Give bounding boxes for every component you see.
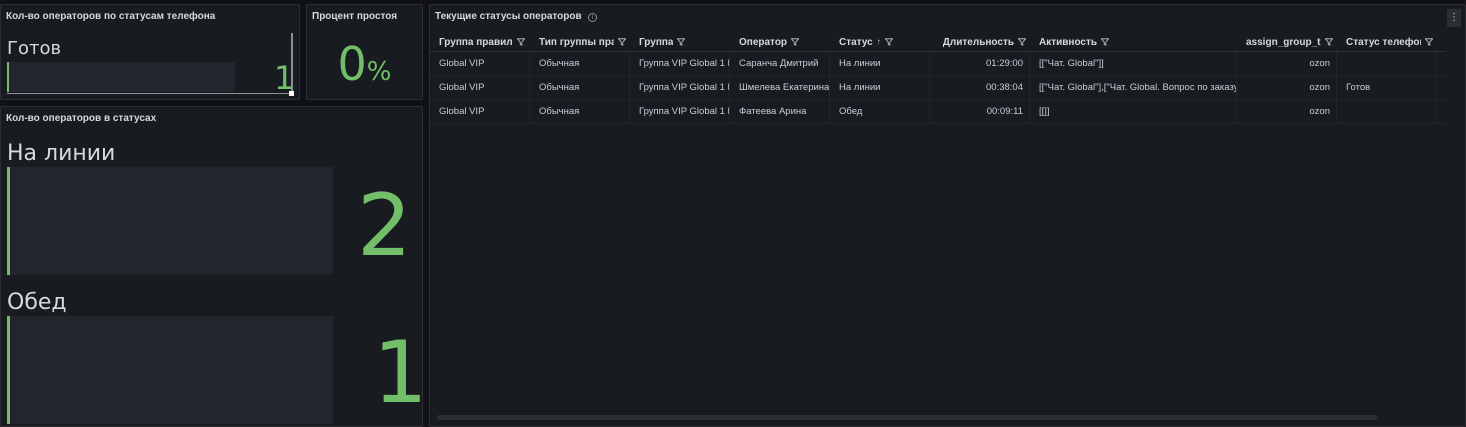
filter-icon[interactable] — [618, 38, 626, 46]
panel-current-statuses-table: Текущие статусы операторов i ⋮ Группа пр… — [429, 4, 1466, 427]
column-header-label: Статус — [839, 37, 873, 48]
horizontal-scrollbar[interactable] — [437, 415, 1378, 420]
table-cell: Группа VIP Global 1 M — [630, 100, 730, 123]
stat-value: 0% — [307, 41, 422, 87]
column-header-label: Группа правил — [439, 37, 513, 48]
table-row[interactable]: Global VIP Обычная Группа VIP Global 1 M Шм… — [430, 76, 1446, 100]
column-header-label: Тип группы правил — [539, 37, 614, 48]
status-table: Группа правил Тип группы правил Группа Опер… — [430, 32, 1446, 124]
filter-icon[interactable] — [516, 38, 525, 46]
table-cell: 01:29:00 — [930, 52, 1030, 75]
table-cell: Готов — [1337, 76, 1437, 99]
panel-idle-percent: Процент простоя 0% — [306, 4, 423, 100]
table-cell: Саранча Дмитрий — [730, 52, 830, 75]
filter-icon[interactable] — [884, 38, 893, 46]
vertical-scrollbar[interactable] — [291, 33, 293, 93]
table-cell: Обед — [830, 100, 930, 123]
table-cell: Обычная — [530, 100, 630, 123]
table-cell — [1337, 100, 1437, 123]
bar-track-ready — [7, 62, 235, 92]
column-header-label: Статус телефона — [1346, 37, 1421, 48]
bar-value-online: 2 — [357, 176, 412, 276]
panel-title: Кол-во операторов в статусах — [6, 113, 157, 124]
table-cell: Группа VIP Global 1 M — [630, 76, 730, 99]
scroll-corner — [289, 91, 294, 96]
table-cell: Шмелева Екатерина — [730, 76, 830, 99]
bar-fill-online — [7, 167, 10, 275]
bar-label-ready: Готов — [7, 38, 62, 59]
filter-icon[interactable] — [1325, 38, 1333, 46]
table-cell: Фатеева Арина — [730, 100, 830, 123]
table-cell: ozon — [1237, 76, 1337, 99]
table-cell: На линии — [830, 76, 930, 99]
panel-title: Процент простоя — [312, 11, 398, 22]
column-header-label: assign_group_ticket — [1246, 37, 1321, 48]
column-header-8[interactable]: Статус телефона — [1337, 32, 1437, 51]
table-cell: На линии — [830, 52, 930, 75]
table-row[interactable]: Global VIP Обычная Группа VIP Global 1 M Са… — [430, 52, 1446, 76]
table-cell: [["Чат. Global"],["Чат. Global. Вопрос п… — [1030, 76, 1237, 99]
column-header-4[interactable]: Статус ↑ — [830, 32, 930, 51]
table-cell: 00:09:11 — [930, 100, 1030, 123]
stat-unit: % — [366, 57, 392, 87]
table-cell: 00:38:04 — [930, 76, 1030, 99]
column-header-3[interactable]: Оператор — [730, 32, 830, 51]
table-cell: [[]] — [1030, 100, 1237, 123]
filter-icon[interactable] — [1101, 38, 1110, 46]
bar-label-lunch: Обед — [7, 290, 67, 315]
column-header-label: Группа — [639, 37, 674, 48]
column-header-label: Активность — [1039, 37, 1098, 48]
bar-label-online: На линии — [7, 141, 116, 166]
column-header-2[interactable]: Группа — [630, 32, 730, 51]
table-header: Группа правил Тип группы правил Группа Опер… — [430, 32, 1446, 52]
panel-menu-icon[interactable]: ⋮ — [1447, 9, 1461, 27]
table-cell: Группа VIP Global 1 M — [630, 52, 730, 75]
table-body: Global VIP Обычная Группа VIP Global 1 M Са… — [430, 52, 1446, 124]
panel-title: Кол-во операторов по статусам телефона — [6, 11, 216, 22]
panel-operator-statuses: Кол-во операторов в статусах На линии 2 … — [0, 106, 423, 427]
table-cell: Обычная — [530, 52, 630, 75]
table-cell: Обычная — [530, 76, 630, 99]
panel-title: Текущие статусы операторов — [435, 11, 582, 22]
table-cell: Global VIP — [430, 52, 530, 75]
table-cell: ozon — [1237, 100, 1337, 123]
bar-track-lunch — [7, 316, 333, 424]
column-header-5[interactable]: Длительность — [930, 32, 1030, 51]
table-cell: ozon — [1237, 52, 1337, 75]
column-header-1[interactable]: Тип группы правил — [530, 32, 630, 51]
column-header-label: Длительность — [942, 37, 1014, 48]
column-header-label: Оператор — [739, 37, 788, 48]
filter-icon[interactable] — [791, 38, 800, 46]
column-header-7[interactable]: assign_group_ticket — [1237, 32, 1337, 51]
bar-track-online — [7, 167, 333, 275]
table-cell — [1337, 52, 1437, 75]
table-cell: Global VIP — [430, 76, 530, 99]
column-header-0[interactable]: Группа правил — [430, 32, 530, 51]
column-header-6[interactable]: Активность — [1030, 32, 1237, 51]
table-row[interactable]: Global VIP Обычная Группа VIP Global 1 M Фа… — [430, 100, 1446, 124]
filter-icon[interactable] — [1425, 38, 1433, 46]
panel-phone-statuses: Кол-во операторов по статусам телефона Г… — [0, 4, 300, 100]
table-cell: Global VIP — [430, 100, 530, 123]
stat-number: 0 — [337, 37, 367, 91]
horizontal-scrollbar[interactable] — [7, 93, 291, 94]
filter-icon[interactable] — [677, 38, 686, 46]
table-cell: [["Чат. Global"]] — [1030, 52, 1237, 75]
bar-fill-lunch — [7, 316, 10, 424]
bar-value-lunch: 1 — [373, 323, 423, 423]
info-icon[interactable]: i — [588, 13, 597, 22]
filter-icon[interactable] — [1018, 38, 1026, 46]
sort-ascending-icon[interactable]: ↑ — [877, 37, 881, 46]
bar-fill-ready — [7, 62, 9, 92]
